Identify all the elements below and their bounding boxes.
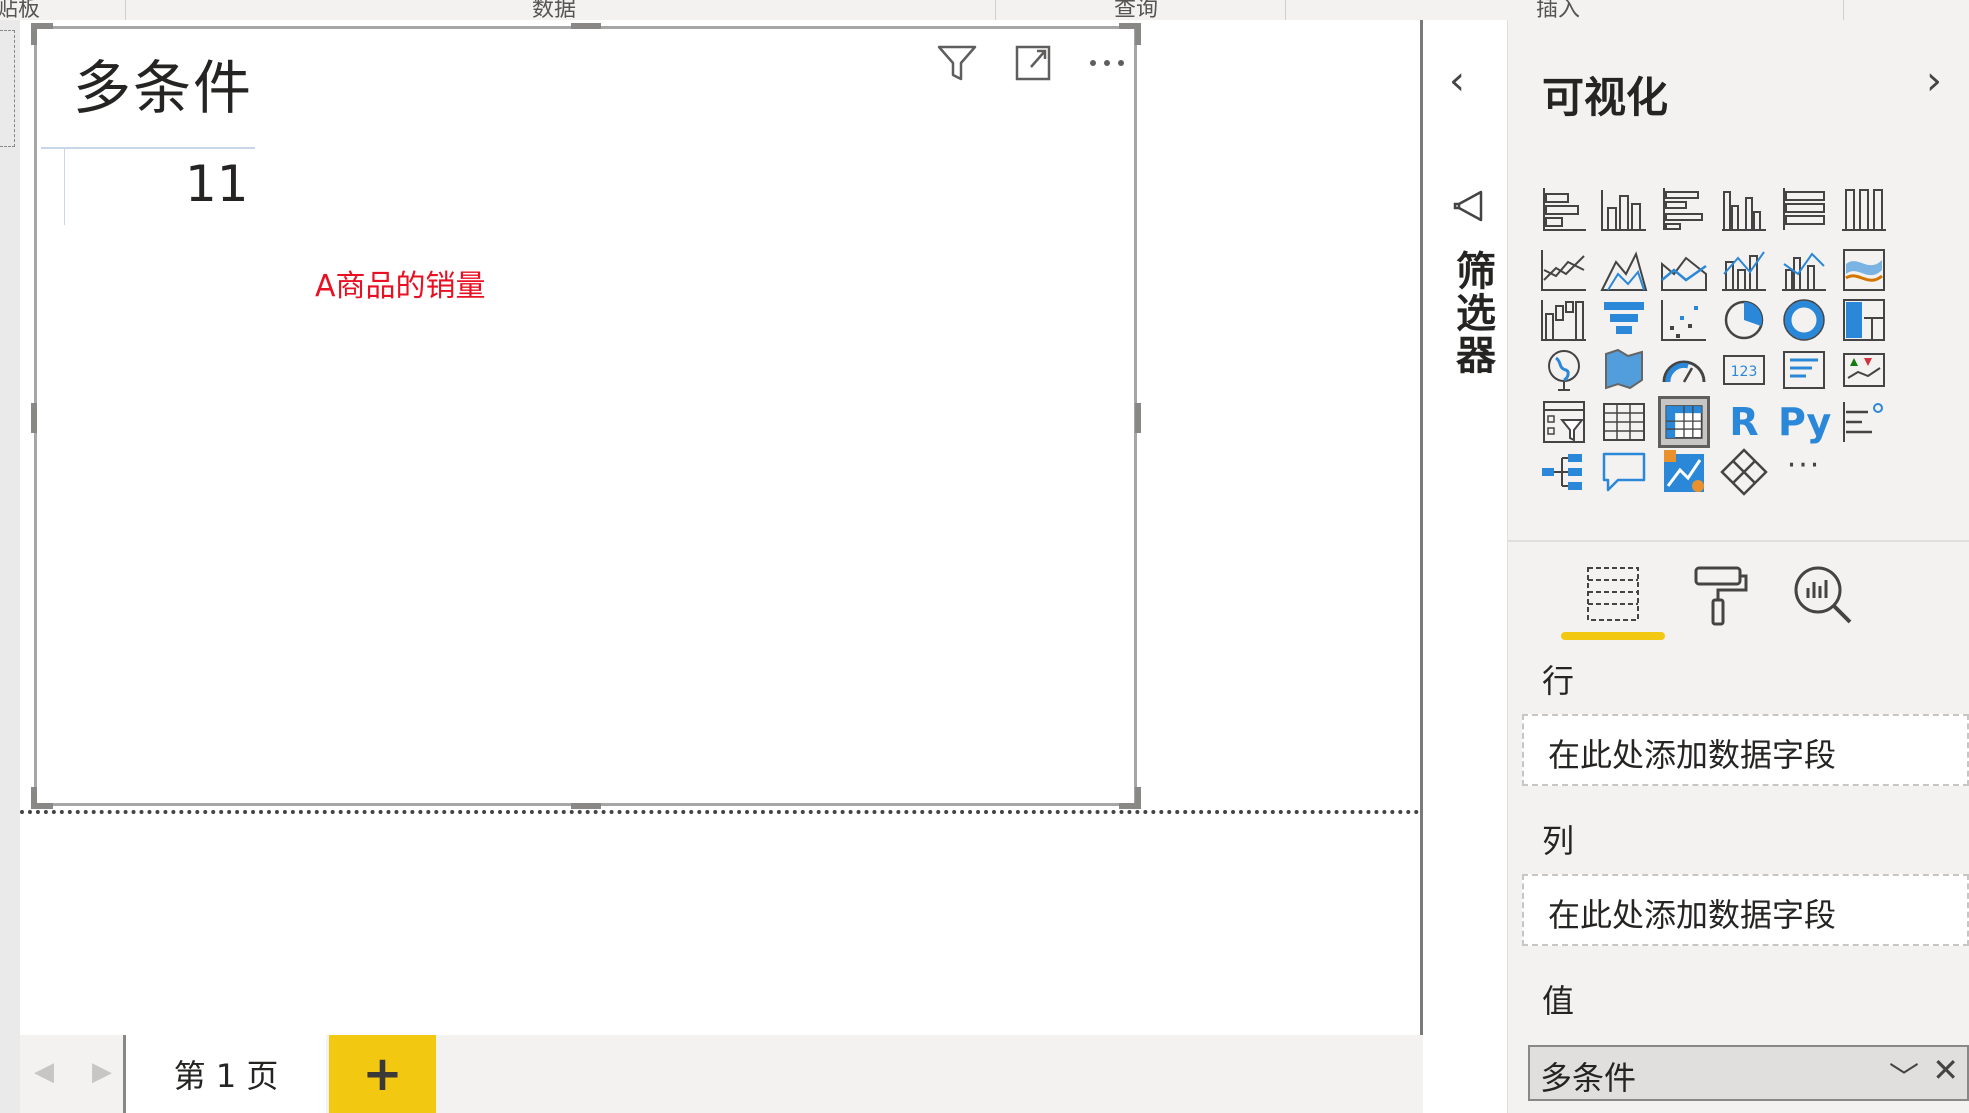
left-edge	[0, 20, 20, 1113]
left-edge-marker	[0, 30, 15, 147]
ribbon-strip: 贴板 数据 查询 插入	[0, 0, 1969, 22]
ribbon-separator	[1843, 0, 1844, 20]
page-boundary-line	[20, 810, 1420, 814]
line-and-stacked-column-icon[interactable]	[1718, 244, 1770, 296]
funnel-chart-icon[interactable]	[1598, 294, 1650, 346]
svg-text:123: 123	[1731, 364, 1758, 380]
decomposition-tree-icon[interactable]	[1538, 446, 1590, 498]
rows-label: 行	[1542, 662, 1575, 700]
format-tab-icon[interactable]	[1684, 560, 1754, 630]
table-icon[interactable]	[1598, 396, 1650, 448]
more-options-icon[interactable]	[1085, 41, 1129, 85]
values-label: 值	[1542, 982, 1575, 1020]
ribbon-separator	[995, 0, 996, 20]
resize-handle-right[interactable]	[1135, 403, 1141, 433]
kpi-icon[interactable]	[1838, 344, 1890, 396]
focus-mode-icon[interactable]	[1011, 41, 1055, 85]
clustered-column-chart-icon[interactable]	[1718, 184, 1770, 236]
filled-map-icon[interactable]	[1598, 344, 1650, 396]
resize-handle-left[interactable]	[31, 403, 37, 433]
100-stacked-bar-icon[interactable]	[1778, 184, 1830, 236]
smart-narrative-icon[interactable]	[1658, 446, 1710, 498]
stacked-column-chart-icon[interactable]	[1598, 184, 1650, 236]
resize-handle-corner[interactable]	[1135, 787, 1141, 809]
rows-drop-zone[interactable]: 在此处添加数据字段	[1522, 714, 1969, 786]
resize-handle-top[interactable]	[571, 23, 601, 29]
waterfall-chart-icon[interactable]	[1538, 294, 1590, 346]
slicer-icon[interactable]	[1538, 396, 1590, 448]
area-chart-icon[interactable]	[1598, 244, 1650, 296]
qna-icon[interactable]	[1598, 446, 1650, 498]
collapse-chevron-icon[interactable]: ‹	[1449, 58, 1465, 104]
columns-drop-zone[interactable]: 在此处添加数据字段	[1522, 874, 1969, 946]
scatter-chart-icon[interactable]	[1658, 294, 1710, 346]
treemap-icon[interactable]	[1838, 294, 1890, 346]
gallery-divider	[1508, 540, 1969, 542]
resize-handle-corner[interactable]	[31, 23, 37, 45]
visualizations-pane: 可视化 › 123 R Py ··· 行 在此处添加数据字段 列 在此处添加数据…	[1508, 20, 1969, 1113]
pie-chart-icon[interactable]	[1718, 294, 1770, 346]
prev-page-icon[interactable]: ◀	[34, 1057, 54, 1087]
more-visuals-icon[interactable]: ···	[1778, 440, 1830, 492]
r-script-visual-icon[interactable]: R	[1718, 396, 1770, 448]
key-influencers-icon[interactable]	[1838, 396, 1890, 448]
ribbon-separator	[125, 0, 126, 20]
power-apps-icon[interactable]	[1718, 446, 1770, 498]
filter-pane-icon	[1453, 190, 1483, 222]
ribbon-chart-icon[interactable]	[1838, 244, 1890, 296]
page-tab-1[interactable]: 第 1 页	[126, 1035, 326, 1113]
chevron-down-icon[interactable]: ﹀	[1889, 1053, 1919, 1097]
active-tab-indicator	[1561, 632, 1665, 640]
visual-title: 多条件	[73, 54, 254, 122]
table-row-border	[64, 149, 65, 225]
line-and-clustered-column-icon[interactable]	[1778, 244, 1830, 296]
multi-row-card-icon[interactable]	[1778, 344, 1830, 396]
stacked-area-chart-icon[interactable]	[1658, 244, 1710, 296]
analytics-tab-icon[interactable]	[1788, 560, 1858, 630]
annotation-text: A商品的销量	[315, 269, 486, 304]
table-header-border	[41, 147, 255, 149]
add-page-button[interactable]: +	[329, 1035, 436, 1113]
matrix-value-cell[interactable]: 11	[185, 155, 249, 213]
remove-field-icon[interactable]: ✕	[1932, 1051, 1959, 1089]
matrix-visual[interactable]: 多条件 11 A商品的销量	[31, 23, 1141, 809]
map-icon[interactable]	[1538, 344, 1590, 396]
resize-handle-corner[interactable]	[1135, 23, 1141, 45]
stacked-bar-chart-icon[interactable]	[1538, 184, 1590, 236]
donut-chart-icon[interactable]	[1778, 294, 1830, 346]
columns-label: 列	[1542, 822, 1575, 860]
page-tab-bar: ◀ ▶ 第 1 页 +	[20, 1035, 1423, 1113]
filters-label[interactable]: 筛选器	[1443, 250, 1501, 376]
gauge-icon[interactable]	[1658, 344, 1710, 396]
ribbon-separator	[1285, 0, 1286, 20]
columns-placeholder: 在此处添加数据字段	[1548, 896, 1837, 934]
100-stacked-column-icon[interactable]	[1838, 184, 1890, 236]
values-field-pill[interactable]: 多条件 ﹀ ✕	[1528, 1045, 1969, 1101]
values-field-name: 多条件	[1540, 1059, 1637, 1097]
line-chart-icon[interactable]	[1538, 244, 1590, 296]
rows-placeholder: 在此处添加数据字段	[1548, 736, 1837, 774]
filters-pane-collapsed[interactable]: ‹ 筛选器	[1423, 20, 1507, 1113]
visualizations-title: 可视化	[1542, 73, 1669, 122]
expand-chevron-icon[interactable]: ›	[1926, 58, 1942, 104]
next-page-icon[interactable]: ▶	[92, 1057, 112, 1087]
resize-handle-corner[interactable]	[31, 787, 37, 809]
resize-handle-bottom[interactable]	[571, 803, 601, 809]
fields-tab-icon[interactable]	[1578, 560, 1648, 630]
filter-icon[interactable]	[935, 41, 979, 85]
card-icon[interactable]: 123	[1718, 344, 1770, 396]
clustered-bar-chart-icon[interactable]	[1658, 184, 1710, 236]
matrix-icon[interactable]	[1658, 396, 1710, 448]
